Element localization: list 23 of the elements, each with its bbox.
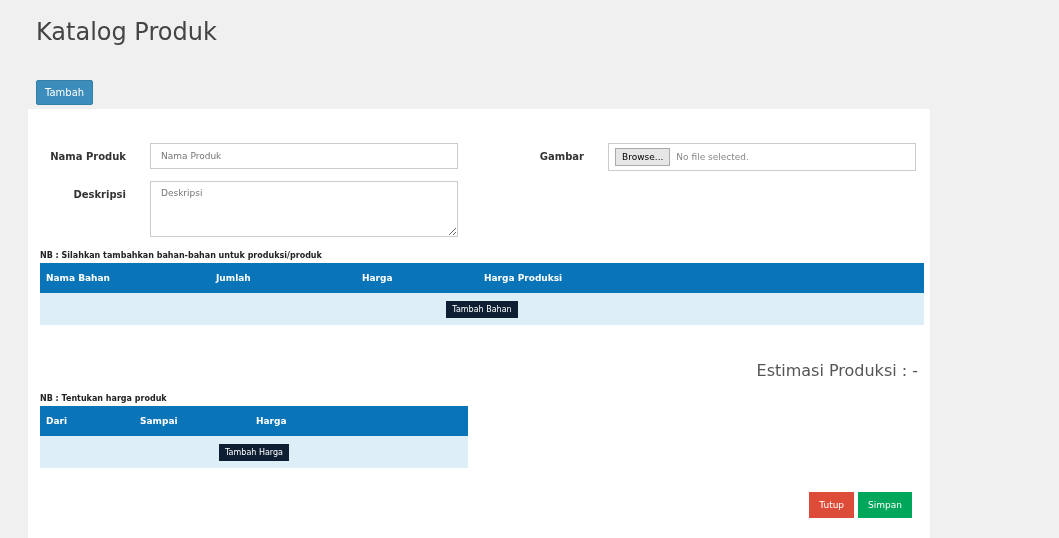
browse-button[interactable]: Browse... (615, 148, 671, 166)
field-label: Nama Produk (49, 150, 127, 162)
add-material-button[interactable]: Tambah Bahan (446, 300, 518, 318)
column-header: Nama Bahan (46, 273, 111, 283)
estimate-text: Estimasi Produksi : - (756, 361, 918, 380)
textarea-field[interactable]: Deskripsi (150, 181, 458, 237)
field-label: Gambar (538, 150, 585, 162)
column-header: Harga Produksi (484, 273, 564, 283)
add-button[interactable]: Tambah (36, 80, 94, 105)
column-header: Jumlah (216, 273, 252, 283)
note-text: NB : Silahkan tambahkan bahan-bahan untuk produksi/produk (40, 251, 323, 260)
note-text: NB : Tentukan harga produk (40, 394, 168, 403)
field-label: Deskripsi (72, 188, 127, 200)
add-price-button[interactable]: Tambah Harga (219, 443, 289, 461)
column-header: Harga (362, 273, 394, 283)
column-header: Sampai (140, 416, 179, 426)
page-title: Katalog Produk (35, 17, 218, 48)
file-input[interactable]: Browse... No file selected. (608, 143, 916, 171)
close-button[interactable]: Tutup (809, 492, 855, 518)
column-header: Harga (256, 416, 288, 426)
column-header: Dari (46, 416, 69, 426)
file-status: No file selected. (676, 152, 749, 162)
input-field[interactable]: Nama Produk (150, 143, 458, 169)
